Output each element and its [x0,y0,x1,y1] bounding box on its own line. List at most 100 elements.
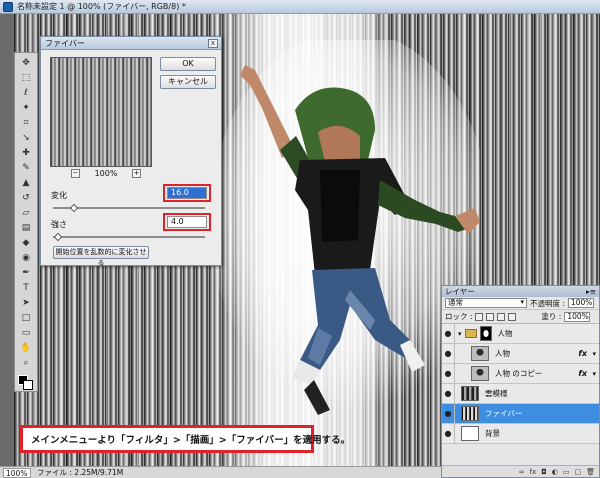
marquee-icon[interactable]: ⬚ [18,71,34,85]
photoshop-app-icon [3,1,13,12]
clone-stamp-icon[interactable]: ▲ [18,176,34,190]
pen-icon[interactable]: ✒ [18,266,34,280]
zoom-out-button[interactable]: − [71,169,80,178]
layer-row[interactable]: ● 人物 fx ▾ [442,343,599,364]
preview-zoom-level: 100% [94,169,118,178]
lock-position-icon[interactable] [497,312,506,321]
blur-icon[interactable]: ◆ [18,236,34,250]
layer-thumbnail[interactable] [461,406,479,421]
opacity-label: 不透明度 : [530,298,565,308]
dodge-icon[interactable]: ◉ [18,251,34,265]
panel-menu-icon[interactable]: ▸≡ [586,287,596,296]
blend-mode-select[interactable]: 通常 [445,298,527,308]
fx-icon[interactable]: fx [578,349,587,358]
photoshop-window: 名称未設定 1 @ 100% (ファイバー, RGB/8) * ✥ ⬚ ℓ ✦ … [0,0,600,478]
magic-wand-icon[interactable]: ✦ [18,101,34,115]
layer-name: ファイバー [485,409,523,418]
gradient-icon[interactable]: ▤ [18,221,34,235]
variance-slider-thumb[interactable] [69,203,79,213]
zoom-status-field[interactable]: 100% [3,467,31,478]
eye-icon[interactable]: ● [442,343,455,364]
lock-label: ロック : [445,312,473,321]
layer-row-group[interactable]: ● ▾ 人物 [442,323,599,344]
hand-icon[interactable]: ✋ [18,341,34,355]
eye-icon[interactable]: ● [442,423,455,444]
lock-all-icon[interactable] [508,312,517,321]
eraser-icon[interactable]: ▱ [18,206,34,220]
layer-thumbnail[interactable] [471,366,489,381]
dialog-titlebar[interactable]: ファイバー x [41,37,221,50]
background-color[interactable] [23,380,33,390]
layer-name: 人物 のコピー [495,369,543,378]
lasso-icon[interactable]: ℓ [18,86,34,100]
layer-thumbnail[interactable] [461,426,479,441]
folder-icon[interactable]: ▭ [563,468,570,476]
healing-brush-icon[interactable]: ✚ [18,146,34,160]
layer-row[interactable]: ● 雲模様 [442,383,599,404]
layer-thumbnail[interactable] [461,386,479,401]
cancel-button[interactable]: キャンセル [160,75,216,89]
trash-icon[interactable]: 🗑 [586,468,595,476]
layers-options-row: 通常 不透明度 : 100% [442,297,599,310]
document-title: 名称未設定 1 @ 100% (ファイバー, RGB/8) * [17,2,186,11]
eye-icon[interactable]: ● [442,403,455,424]
opacity-input[interactable]: 100% [567,298,594,308]
layer-mask-thumbnail[interactable] [479,326,492,341]
layer-row[interactable]: ● 人物 のコピー fx ▾ [442,363,599,384]
eye-icon[interactable]: ● [442,323,455,344]
file-size-info[interactable]: ファイル : 2.25M/9.71M [37,467,123,478]
adjustment-icon[interactable]: ◐ [552,468,558,476]
move-icon[interactable]: ✥ [18,56,34,70]
notes-icon[interactable]: ▭ [18,326,34,340]
fiber-dialog: ファイバー x − 100% + OK キャンセル 変化 16.0 強さ 4.0… [40,36,222,267]
fx-icon[interactable]: fx [578,369,587,378]
ok-button[interactable]: OK [160,57,216,71]
mask-icon[interactable]: ◘ [541,468,547,476]
chevron-down-icon[interactable]: ▾ [592,350,596,358]
layer-row[interactable]: ● 背景 [442,423,599,444]
randomize-button[interactable]: 開始位置を乱数的に変化させる [53,246,149,267]
filter-preview[interactable] [50,57,152,167]
brush-icon[interactable]: ✎ [18,161,34,175]
variance-highlight-box [163,184,211,202]
history-brush-icon[interactable]: ↺ [18,191,34,205]
layer-name: 雲模様 [485,389,508,398]
fx-icon[interactable]: fx [530,468,537,476]
chevron-down-icon[interactable]: ▾ [458,330,462,338]
tab-layers[interactable]: レイヤー [445,286,475,297]
shape-icon[interactable]: □ [18,311,34,325]
tools-panel: ✥ ⬚ ℓ ✦ ⌗ ↘ ✚ ✎ ▲ ↺ ▱ ▤ ◆ ◉ ✒ T ➤ □ ▭ ✋ … [14,52,38,392]
variance-label: 変化 [51,191,67,200]
layer-thumbnail[interactable] [471,346,489,361]
color-swatches[interactable] [18,375,34,391]
lock-pixels-icon[interactable] [486,312,495,321]
zoom-icon[interactable]: ⌕ [18,356,34,370]
layer-name: 背景 [485,429,500,438]
close-icon[interactable]: x [208,38,218,48]
strength-label: 強さ [51,220,67,229]
lock-transparency-icon[interactable] [475,312,484,321]
path-select-icon[interactable]: ➤ [18,296,34,310]
folder-icon [464,329,477,338]
eyedropper-icon[interactable]: ↘ [18,131,34,145]
type-icon[interactable]: T [18,281,34,295]
link-icon[interactable]: ∞ [519,468,525,476]
instruction-caption: メインメニューより「フィルタ」>「描画」>「ファイバー」を適用する。 [20,425,350,453]
layer-row-active[interactable]: ● ファイバー [442,403,599,424]
fill-input[interactable]: 100% [564,311,591,322]
layers-tabbar: レイヤー ▸≡ [442,286,599,297]
strength-slider-track[interactable] [53,236,205,238]
eye-icon[interactable]: ● [442,383,455,404]
caption-text: メインメニューより「フィルタ」>「描画」>「ファイバー」を適用する。 [31,435,351,446]
eye-icon[interactable]: ● [442,363,455,384]
new-layer-icon[interactable]: ▢ [574,468,581,476]
chevron-down-icon[interactable]: ▾ [592,370,596,378]
layer-name: 人物 [495,349,510,358]
preview-zoom-controls: − 100% + [71,169,141,178]
jumping-dancer-photo [210,40,480,415]
strength-slider-thumb[interactable] [53,232,63,242]
document-titlebar: 名称未設定 1 @ 100% (ファイバー, RGB/8) * [0,0,600,14]
layers-footer: ∞ fx ◘ ◐ ▭ ▢ 🗑 [442,465,599,477]
crop-icon[interactable]: ⌗ [18,116,34,130]
zoom-in-button[interactable]: + [132,169,141,178]
